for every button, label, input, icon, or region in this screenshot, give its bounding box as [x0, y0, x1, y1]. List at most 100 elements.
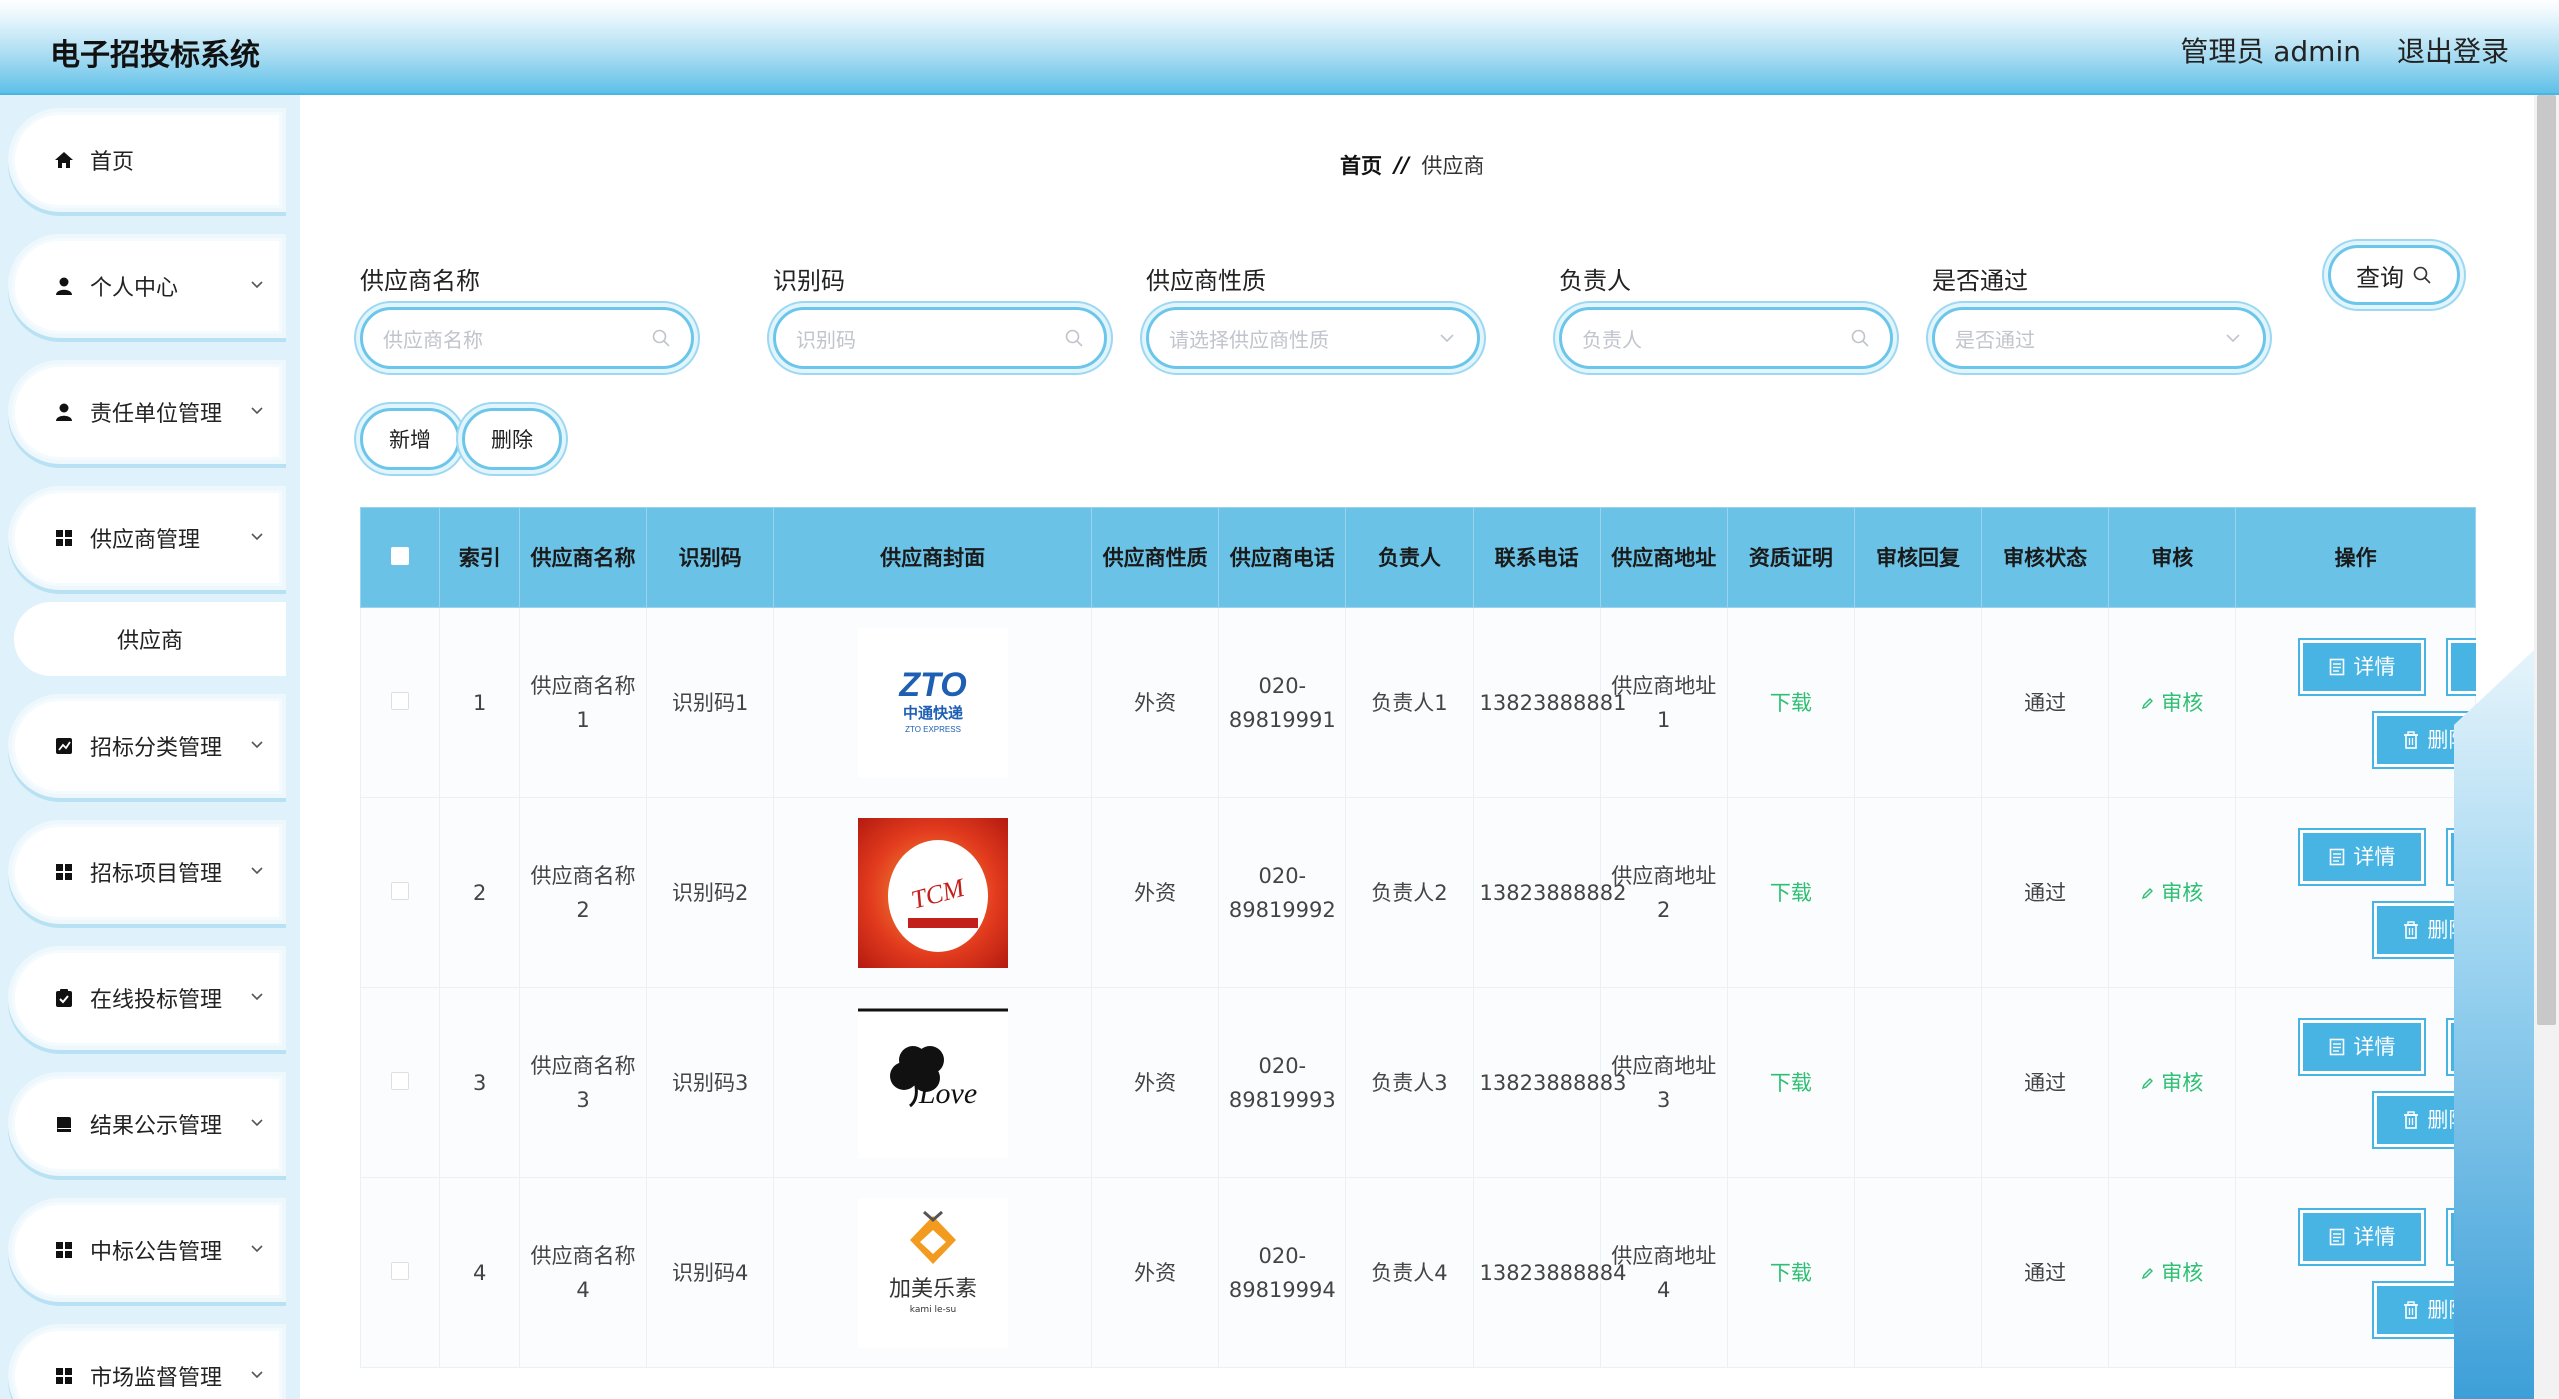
breadcrumb-current: 供应商: [1421, 154, 1485, 178]
sidebar-item-label: 结果公示管理: [90, 1114, 223, 1139]
sidebar-item-label: 供应商管理: [90, 528, 201, 553]
supplier-cover: 加美乐素 kami le-su: [857, 1197, 1008, 1348]
sidebar-item-responsible-unit[interactable]: 责任单位管理: [8, 360, 286, 464]
chart-icon: [52, 734, 76, 758]
supplier-nature-select[interactable]: 请选择供应商性质: [1146, 307, 1480, 369]
add-button[interactable]: 新增: [360, 408, 460, 470]
cell-phone: 020-89819994: [1218, 1177, 1347, 1368]
filter-label-code: 识别码: [773, 267, 845, 295]
trash-icon: [2404, 1301, 2419, 1319]
sidebar-item-market-supervision[interactable]: 市场监督管理: [8, 1324, 286, 1399]
row-checkbox-cell[interactable]: [360, 607, 441, 798]
logout-button[interactable]: 退出登录: [2397, 30, 2509, 70]
audit-link[interactable]: 审核: [2141, 876, 2203, 910]
detail-label: 详情: [2353, 845, 2396, 869]
code-input[interactable]: 识别码: [773, 307, 1107, 369]
header-checkbox-cell[interactable]: [360, 507, 441, 608]
sidebar-item-label: 中标公告管理: [90, 1240, 223, 1265]
download-link[interactable]: 下载: [1726, 797, 1855, 988]
cell-nature: 外资: [1091, 797, 1220, 988]
passed-select[interactable]: 是否通过: [1932, 307, 2266, 369]
chevron-down-icon: [251, 1245, 263, 1253]
current-user[interactable]: 管理员 admin: [2180, 30, 2361, 70]
document-icon: [2330, 1038, 2345, 1056]
supplier-cover: TCM: [857, 817, 1008, 968]
cell-status: 通过: [1981, 797, 2110, 988]
detail-button[interactable]: 详情: [2300, 640, 2425, 694]
document-icon: [2330, 1228, 2345, 1246]
book-icon: [52, 1112, 76, 1136]
cell-mobile: 13823888881: [1472, 607, 1627, 798]
download-link[interactable]: 下载: [1726, 607, 1855, 798]
column-header: 资质证明: [1726, 507, 1855, 608]
audit-link[interactable]: 审核: [2141, 686, 2203, 720]
breadcrumb-separator: //: [1394, 153, 1410, 177]
sidebar-item-supplier-management[interactable]: 供应商管理: [8, 486, 286, 590]
cell-cover: ZTO 中通快递 ZTO EXPRESS: [773, 607, 1093, 798]
cell-reply: [1853, 1177, 1983, 1368]
sidebar-item-personal-center[interactable]: 个人中心: [8, 234, 286, 338]
sidebar-item-home[interactable]: 首页: [8, 108, 286, 212]
cell-reply: [1853, 797, 1983, 988]
edit-button[interactable]: 修改: [2448, 640, 2476, 694]
manager-input[interactable]: 负责人: [1559, 307, 1893, 369]
grid-icon: [52, 1364, 76, 1388]
row-checkbox[interactable]: [391, 881, 410, 900]
chevron-down-icon: [251, 993, 263, 1001]
detail-button[interactable]: 详情: [2300, 1210, 2425, 1264]
row-checkbox-cell[interactable]: [360, 987, 441, 1178]
cell-manager: 负责人3: [1345, 987, 1474, 1178]
sidebar-item-result-publicity[interactable]: 结果公示管理: [8, 1072, 286, 1176]
cell-actions: 详情修改删除: [2235, 607, 2476, 798]
trash-icon: [2404, 921, 2419, 939]
top-header: 电子招投标系统 管理员 admin 退出登录: [0, 0, 2559, 95]
download-link[interactable]: 下载: [1726, 1177, 1855, 1368]
row-checkbox[interactable]: [391, 691, 410, 710]
filter-label-nature: 供应商性质: [1146, 267, 1266, 295]
sidebar-item-online-bid[interactable]: 在线投标管理: [8, 946, 286, 1050]
cell-supplier-name: 供应商名称2: [518, 797, 648, 988]
column-header: 操作: [2235, 507, 2476, 608]
detail-button[interactable]: 详情: [2300, 1020, 2425, 1074]
detail-button[interactable]: 详情: [2300, 830, 2425, 884]
cell-audit: 审核: [2108, 987, 2237, 1178]
breadcrumb-home[interactable]: 首页: [1340, 150, 1382, 180]
cell-audit: 审核: [2108, 1177, 2237, 1368]
select-all-checkbox[interactable]: [391, 546, 410, 565]
chevron-down-icon: [2226, 334, 2240, 343]
scrollbar-thumb[interactable]: [2537, 95, 2556, 1025]
grid-icon: [52, 1238, 76, 1262]
trash-icon: [2404, 1111, 2419, 1129]
row-checkbox-cell[interactable]: [360, 797, 441, 988]
sidebar-subitem-label: 供应商: [116, 629, 183, 654]
supplier-cover: ZTO 中通快递 ZTO EXPRESS: [857, 627, 1008, 778]
home-icon: [52, 148, 76, 172]
column-header: 供应商名称: [518, 507, 648, 608]
sidebar-item-winning-announcement[interactable]: 中标公告管理: [8, 1198, 286, 1302]
download-link[interactable]: 下载: [1726, 987, 1855, 1178]
input-placeholder: 负责人: [1582, 327, 1642, 352]
row-checkbox[interactable]: [391, 1071, 410, 1090]
detail-label: 详情: [2353, 1035, 2396, 1059]
supplier-name-input[interactable]: 供应商名称: [360, 307, 694, 369]
sidebar-item-label: 责任单位管理: [90, 402, 223, 427]
audit-link[interactable]: 审核: [2141, 1256, 2203, 1290]
chevron-down-icon: [251, 281, 263, 289]
sidebar-item-label: 首页: [90, 150, 135, 175]
trash-icon: [2404, 731, 2419, 749]
row-checkbox-cell[interactable]: [360, 1177, 441, 1368]
sidebar-item-bid-project[interactable]: 招标项目管理: [8, 820, 286, 924]
column-header: 负责人: [1345, 507, 1474, 608]
cover-image: 加美乐素 kami le-su: [857, 1197, 1008, 1348]
sidebar-item-label: 个人中心: [90, 276, 179, 301]
audit-link[interactable]: 审核: [2141, 1066, 2203, 1100]
query-button[interactable]: 查询: [2328, 245, 2460, 305]
grid-icon: [52, 860, 76, 884]
cell-nature: 外资: [1091, 607, 1220, 798]
sidebar-subitem-supplier[interactable]: 供应商: [14, 602, 286, 676]
document-icon: [2330, 658, 2345, 676]
batch-delete-button[interactable]: 删除: [462, 408, 562, 470]
row-checkbox[interactable]: [391, 1261, 410, 1280]
edit-icon: [2142, 1267, 2154, 1279]
sidebar-item-bid-category[interactable]: 招标分类管理: [8, 694, 286, 798]
